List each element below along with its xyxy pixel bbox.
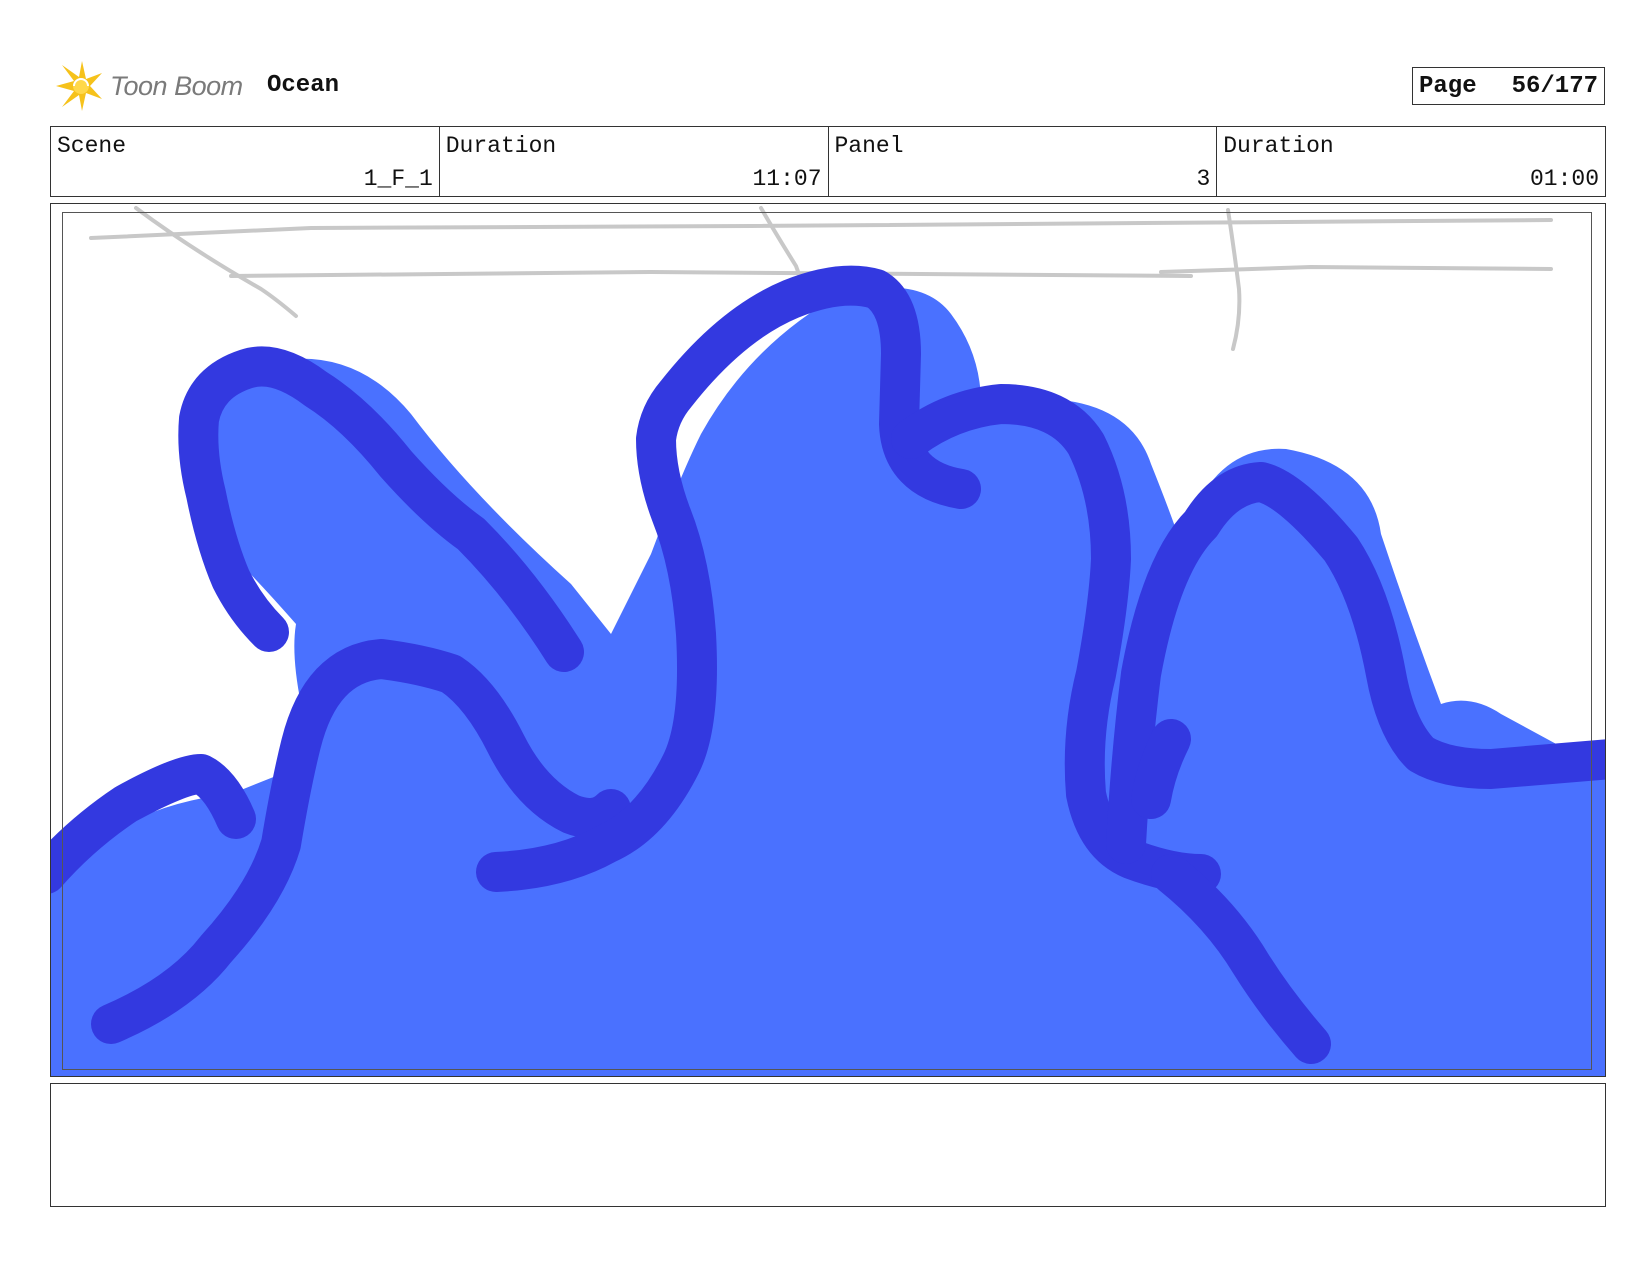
logo-text: Toon Boom <box>110 70 243 101</box>
toon-boom-star-icon <box>56 61 102 111</box>
storyboard-panel <box>50 203 1606 1077</box>
panel-cell: Panel 3 <box>829 127 1218 196</box>
scene-cell: Scene 1_F_1 <box>51 127 440 196</box>
panel-info-bar: Scene 1_F_1 Duration 11:07 Panel 3 Durat… <box>50 126 1606 197</box>
panel-duration-label: Duration <box>1223 133 1334 159</box>
panel-value: 3 <box>1196 166 1211 192</box>
sketch-line-right <box>1159 264 1553 274</box>
page-label: Page <box>1419 72 1477 100</box>
scene-value: 1_F_1 <box>363 166 433 192</box>
wave-drawing <box>51 206 1605 1076</box>
scene-duration-value: 11:07 <box>752 166 822 192</box>
wave-stroke-accent <box>1131 719 1191 819</box>
scene-duration-label: Duration <box>445 133 557 159</box>
sketch-line-second <box>229 269 1193 278</box>
sketch-diagonal-left <box>134 206 298 318</box>
scene-label: Scene <box>57 133 127 159</box>
panel-duration-value: 01:00 <box>1529 166 1599 192</box>
panel-duration-cell: Duration 01:00 <box>1217 127 1605 196</box>
dialogue-notes-box <box>50 1083 1606 1207</box>
project-title: Ocean <box>267 72 340 99</box>
sketch-line-top <box>89 218 1553 240</box>
scene-duration-cell: Duration 11:07 <box>440 127 829 196</box>
page-number: 56/177 <box>1511 72 1598 100</box>
toon-boom-logo: Toon Boom <box>52 58 243 114</box>
sketch-vertical-right <box>1226 208 1242 351</box>
page-indicator: Page 56/177 <box>1412 67 1605 105</box>
panel-label: Panel <box>834 133 904 159</box>
